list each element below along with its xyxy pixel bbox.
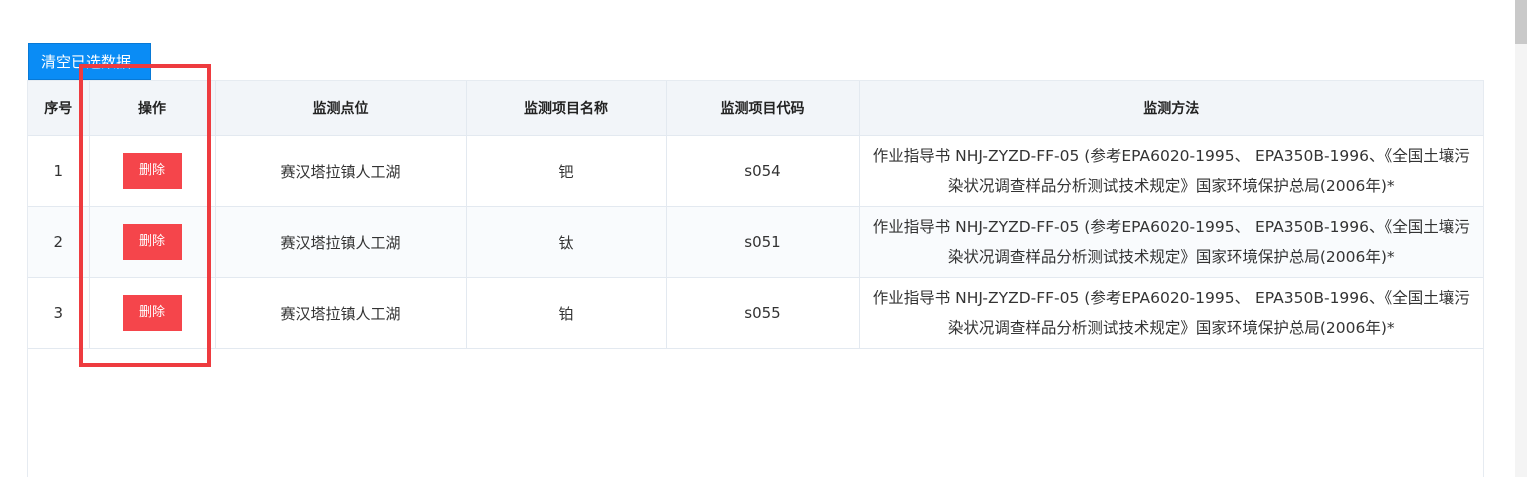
header-item-code: 监测项目代码: [666, 81, 860, 136]
cell-monitoring-method: 作业指导书 NHJ-ZYZD-FF-05 (参考EPA6020-1995、 EP…: [859, 135, 1483, 207]
cell-item-name: 钛: [466, 206, 667, 278]
table-row: 3 删除 赛汉塔拉镇人工湖 铂 s055 作业指导书 NHJ-ZYZD-FF-0…: [28, 277, 1483, 349]
cell-action: 删除: [89, 206, 216, 278]
page-scrollbar-thumb[interactable]: [1515, 0, 1527, 44]
page-scrollbar[interactable]: [1515, 0, 1527, 477]
cell-index: 2: [28, 206, 90, 278]
header-item-name: 监测项目名称: [466, 81, 667, 136]
table-header-row: 序号 操作 监测点位 监测项目名称 监测项目代码 监测方法: [28, 81, 1483, 136]
cell-index: 1: [28, 135, 90, 207]
cell-item-name: 钯: [466, 135, 667, 207]
header-monitoring-point: 监测点位: [215, 81, 467, 136]
cell-monitoring-point: 赛汉塔拉镇人工湖: [215, 277, 467, 349]
delete-button[interactable]: 删除: [122, 153, 182, 189]
cell-action: 删除: [89, 277, 216, 349]
cell-item-code: s054: [666, 135, 860, 207]
cell-item-code: s051: [666, 206, 860, 278]
header-action: 操作: [89, 81, 216, 136]
cell-monitoring-point: 赛汉塔拉镇人工湖: [215, 135, 467, 207]
delete-button[interactable]: 删除: [122, 224, 182, 260]
table-row: 2 删除 赛汉塔拉镇人工湖 钛 s051 作业指导书 NHJ-ZYZD-FF-0…: [28, 206, 1483, 278]
header-monitoring-method: 监测方法: [859, 81, 1483, 136]
cell-action: 删除: [89, 135, 216, 207]
header-index: 序号: [28, 81, 90, 136]
monitoring-table-panel: 序号 操作 监测点位 监测项目名称 监测项目代码 监测方法 1 删除 赛汉塔拉镇…: [27, 80, 1484, 477]
table-row: 1 删除 赛汉塔拉镇人工湖 钯 s054 作业指导书 NHJ-ZYZD-FF-0…: [28, 135, 1483, 207]
clear-selected-data-button[interactable]: 清空已选数据: [28, 43, 151, 80]
cell-monitoring-method: 作业指导书 NHJ-ZYZD-FF-05 (参考EPA6020-1995、 EP…: [859, 277, 1483, 349]
cell-item-name: 铂: [466, 277, 667, 349]
cell-item-code: s055: [666, 277, 860, 349]
cell-index: 3: [28, 277, 90, 349]
monitoring-items-table: 序号 操作 监测点位 监测项目名称 监测项目代码 监测方法 1 删除 赛汉塔拉镇…: [28, 81, 1483, 349]
cell-monitoring-method: 作业指导书 NHJ-ZYZD-FF-05 (参考EPA6020-1995、 EP…: [859, 206, 1483, 278]
cell-monitoring-point: 赛汉塔拉镇人工湖: [215, 206, 467, 278]
delete-button[interactable]: 删除: [122, 295, 182, 331]
